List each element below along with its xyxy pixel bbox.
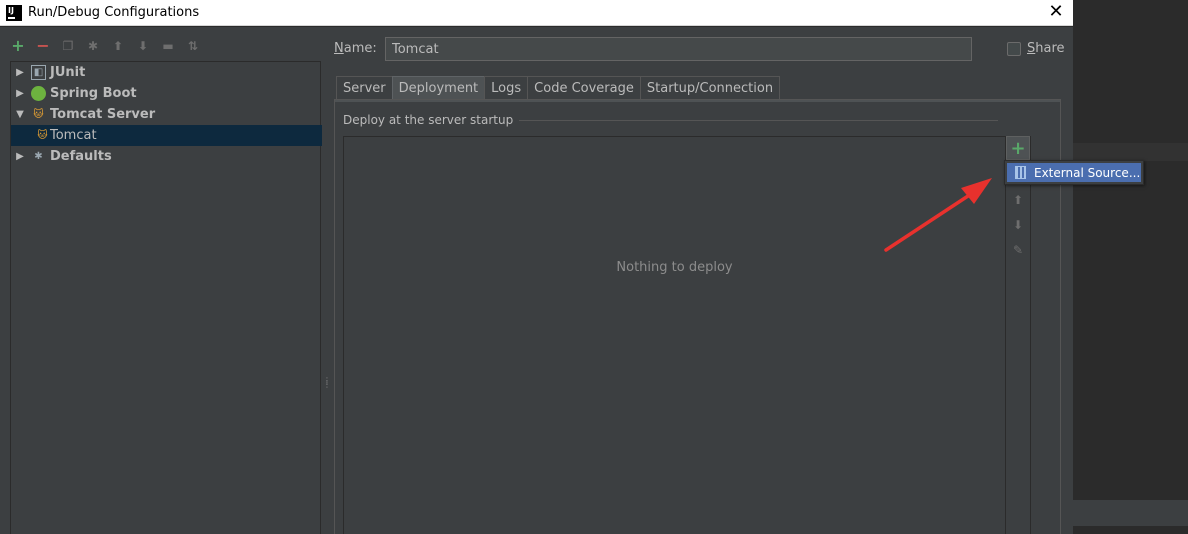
move-up-icon[interactable]: ⬆: [110, 38, 126, 54]
tab-code-coverage[interactable]: Code Coverage: [527, 76, 641, 99]
remove-icon[interactable]: −: [35, 38, 51, 54]
junit-icon: ◧: [31, 65, 46, 80]
name-label: Name:: [334, 41, 377, 56]
background-editor-area: [1073, 0, 1188, 534]
wrench-icon: ✱: [34, 151, 43, 162]
tree-item-junit[interactable]: ▶ ◧ JUnit: [11, 62, 322, 83]
share-label: Share: [1027, 41, 1065, 56]
tree-item-tomcat[interactable]: 🐱 Tomcat: [11, 125, 322, 146]
tree-item-label: Tomcat: [50, 128, 97, 143]
intellij-logo-icon: IJ: [6, 4, 22, 21]
config-toolbar: + − ❐ ✱ ⬆ ⬇ ▬ ⇅: [10, 35, 201, 57]
external-source-icon: [1015, 166, 1026, 179]
window-title: Run/Debug Configurations: [28, 5, 200, 20]
empty-list-text: Nothing to deploy: [616, 260, 733, 275]
editor-status-band: [1073, 500, 1188, 526]
sort-icon[interactable]: ⇅: [185, 38, 201, 54]
divider: [519, 119, 998, 121]
tomcat-icon: 🐱: [37, 130, 48, 141]
tab-panel-border: [335, 100, 1060, 102]
name-input[interactable]: [385, 37, 972, 61]
title-bar: IJ Run/Debug Configurations ✕: [0, 0, 1073, 26]
editor-highlight-line: [1073, 143, 1188, 161]
move-up-icon[interactable]: ⬆: [1011, 193, 1025, 207]
editor-band: [1073, 0, 1188, 123]
expand-arrow-icon[interactable]: ▶: [13, 88, 27, 99]
tree-item-label: Defaults: [50, 149, 112, 164]
tree-item-spring-boot[interactable]: ▶ Spring Boot: [11, 83, 322, 104]
tree-item-label: Spring Boot: [50, 86, 137, 101]
edit-icon[interactable]: ✎: [1011, 243, 1025, 257]
expand-arrow-icon[interactable]: ▶: [13, 67, 27, 78]
add-popup-menu: External Source...: [1004, 160, 1144, 185]
run-debug-dialog: + − ❐ ✱ ⬆ ⬇ ▬ ⇅ ▶ ◧ JUnit ▶ Spring Boot …: [0, 27, 1144, 534]
config-tabs: Server Deployment Logs Code Coverage Sta…: [336, 76, 781, 99]
splitter-handle[interactable]: ⋮ ⋮: [323, 377, 331, 393]
tree-item-label: JUnit: [50, 65, 86, 80]
deploy-list[interactable]: Nothing to deploy: [343, 136, 1006, 534]
edit-defaults-icon[interactable]: ✱: [85, 38, 101, 54]
tree-item-tomcat-server[interactable]: ▼ 🐱 Tomcat Server: [11, 104, 322, 125]
tree-item-defaults[interactable]: ▶ ✱ Defaults: [11, 146, 322, 167]
share-checkbox[interactable]: Share: [1007, 41, 1065, 56]
folder-icon[interactable]: ▬: [160, 38, 176, 54]
copy-icon[interactable]: ❐: [60, 38, 76, 54]
tomcat-icon: 🐱: [33, 109, 44, 120]
expand-arrow-icon[interactable]: ▶: [13, 151, 27, 162]
tab-server[interactable]: Server: [336, 76, 393, 99]
close-icon[interactable]: ✕: [1047, 1, 1065, 22]
add-icon[interactable]: +: [10, 38, 26, 54]
checkbox-box[interactable]: [1007, 41, 1021, 56]
tab-startup-connection[interactable]: Startup/Connection: [639, 76, 781, 99]
collapse-arrow-icon[interactable]: ▼: [13, 109, 27, 120]
move-down-icon[interactable]: ⬇: [135, 38, 151, 54]
spring-boot-icon: [31, 86, 46, 101]
configurations-tree: ▶ ◧ JUnit ▶ Spring Boot ▼ 🐱 Tomcat Serve…: [10, 61, 322, 534]
move-down-icon[interactable]: ⬇: [1011, 218, 1025, 232]
tree-item-label: Tomcat Server: [50, 107, 156, 122]
tab-deployment[interactable]: Deployment: [391, 76, 486, 99]
add-icon[interactable]: +: [1006, 136, 1030, 160]
deploy-group-label: Deploy at the server startup: [343, 113, 998, 127]
menu-item-external-source[interactable]: External Source...: [1007, 163, 1141, 182]
tab-logs[interactable]: Logs: [484, 76, 529, 99]
